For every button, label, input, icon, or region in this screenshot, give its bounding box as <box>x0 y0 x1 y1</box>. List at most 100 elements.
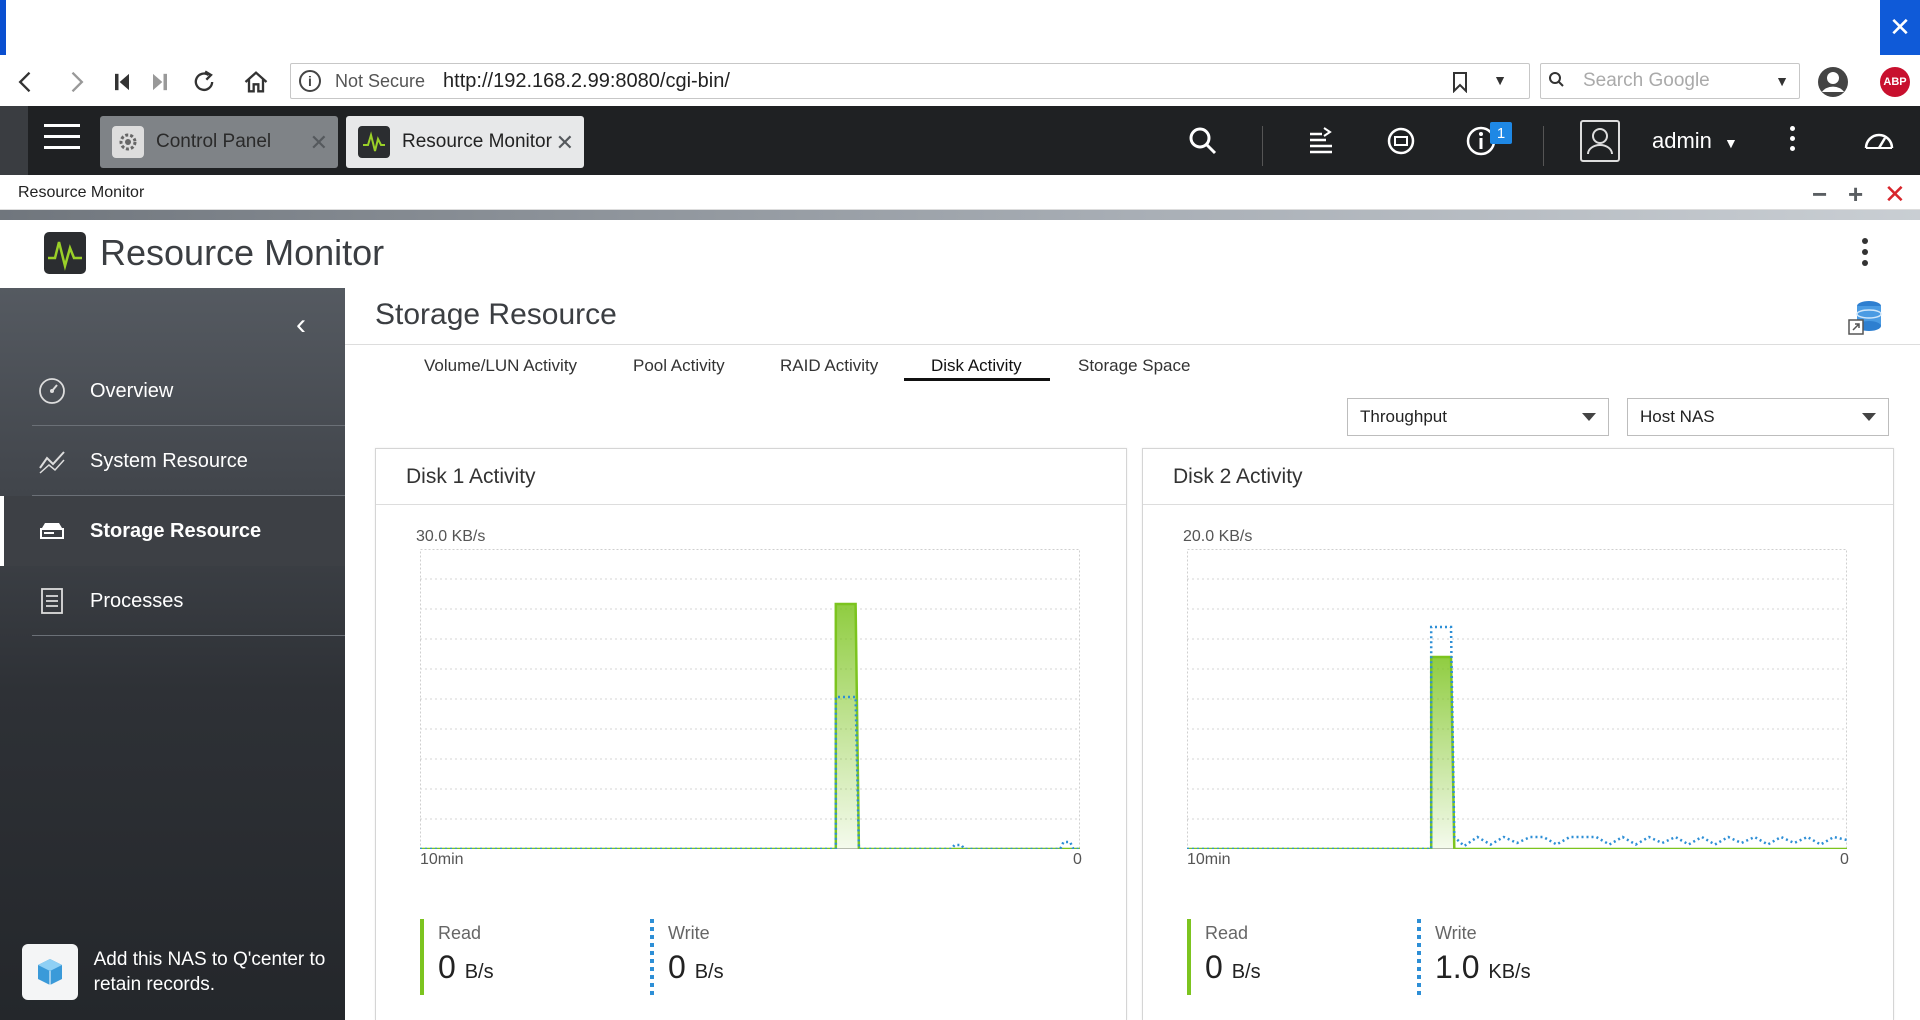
read-swatch <box>1187 919 1191 995</box>
rewind-icon[interactable] <box>104 65 140 99</box>
search-icon[interactable] <box>1182 120 1224 162</box>
disk-1-panel: Disk 1 Activity 30.0 KB/s 10min 0 Read 0… <box>375 448 1127 1020</box>
read-series-line <box>420 602 1080 849</box>
search-box[interactable]: Search Google ▼ <box>1540 63 1800 99</box>
write-value: 1.0 KB/s <box>1435 949 1531 986</box>
minimize-icon[interactable]: − <box>1812 179 1827 210</box>
forward-icon[interactable] <box>58 65 94 99</box>
profile-icon[interactable] <box>1816 65 1850 99</box>
external-device-icon[interactable] <box>1380 120 1422 162</box>
write-unit: B/s <box>694 961 724 983</box>
browser-close-icon[interactable]: ✕ <box>1880 0 1920 55</box>
app-header: Resource Monitor <box>0 220 1920 288</box>
main-content: Storage Resource Volume/LUN Activity Poo… <box>345 288 1920 1020</box>
tab-control-panel[interactable]: Control Panel ✕ <box>100 116 338 168</box>
address-bar[interactable]: i Not Secure http://192.168.2.99:8080/cg… <box>290 63 1530 99</box>
sidebar-item-label: Storage Resource <box>90 519 262 542</box>
search-placeholder: Search Google <box>1583 70 1710 91</box>
host-select[interactable]: Host NAS <box>1627 398 1889 436</box>
read-area <box>420 604 1080 849</box>
sidebar-item-processes[interactable]: Processes <box>0 566 345 636</box>
maximize-icon[interactable]: + <box>1848 179 1863 210</box>
tab-disk-activity[interactable]: Disk Activity <box>931 356 1022 376</box>
close-tab-icon[interactable]: ✕ <box>556 130 574 156</box>
tab-resource-monitor[interactable]: Resource Monitor ✕ <box>346 116 584 168</box>
reload-icon[interactable] <box>186 65 222 99</box>
sidebar-item-label: System Resource <box>90 449 248 472</box>
sidebar-item-system-resource[interactable]: System Resource <box>0 426 345 496</box>
more-options-icon[interactable] <box>1790 126 1795 156</box>
app-more-options-icon[interactable] <box>1862 238 1868 271</box>
nas-top-bar: Control Panel ✕ Resource Monitor ✕ 1 adm… <box>0 106 1920 175</box>
url-text[interactable]: http://192.168.2.99:8080/cgi-bin/ <box>443 70 730 93</box>
x-start-label: 10min <box>420 851 464 868</box>
main-menu-icon[interactable] <box>44 124 80 156</box>
read-swatch <box>420 919 424 995</box>
chevron-down-icon <box>1582 413 1596 421</box>
write-unit: KB/s <box>1488 961 1531 983</box>
back-icon[interactable] <box>8 65 44 99</box>
read-number: 0 <box>438 949 456 985</box>
sidebar-item-storage-resource[interactable]: Storage Resource <box>0 496 345 566</box>
tab-pool-activity[interactable]: Pool Activity <box>633 356 725 376</box>
gear-icon <box>112 126 144 158</box>
x-end-label: 0 <box>1840 851 1849 868</box>
storage-manager-shortcut-icon[interactable] <box>1845 296 1887 338</box>
dashboard-icon[interactable] <box>1858 120 1900 162</box>
write-label: Write <box>668 923 710 943</box>
close-window-icon[interactable]: ✕ <box>1884 179 1906 210</box>
tab-label: Resource Monitor <box>402 131 552 152</box>
site-info-icon[interactable]: i <box>299 70 321 92</box>
qcenter-promo[interactable]: Add this NAS to Q'center to retain recor… <box>22 942 332 1002</box>
sidebar: ‹ Overview System Resource Storage Resou… <box>0 288 345 1020</box>
metric-select[interactable]: Throughput <box>1347 398 1609 436</box>
sidebar-item-overview[interactable]: Overview <box>0 356 345 426</box>
list-icon <box>36 585 68 617</box>
close-tab-icon[interactable]: ✕ <box>310 130 328 156</box>
read-label: Read <box>438 923 482 943</box>
write-swatch <box>650 919 654 995</box>
storage-icon <box>36 515 68 547</box>
tabs-divider <box>345 344 1920 345</box>
write-number: 0 <box>668 949 686 985</box>
read-value: 0 B/s <box>438 949 494 986</box>
disk-1-chart <box>420 549 1080 849</box>
active-indicator <box>0 496 4 566</box>
username: admin <box>1652 128 1712 153</box>
tab-raid-activity[interactable]: RAID Activity <box>780 356 878 376</box>
window-stripe <box>0 210 1920 220</box>
read-unit: B/s <box>464 961 494 983</box>
bookmark-icon[interactable] <box>1451 71 1469 93</box>
window-title: Resource Monitor <box>18 184 145 201</box>
panel-header: Disk 1 Activity <box>376 449 1126 505</box>
resource-monitor-icon <box>358 126 390 158</box>
qcenter-cube-icon <box>22 944 78 1000</box>
address-dropdown-icon[interactable]: ▼ <box>1493 72 1507 88</box>
qcenter-text: Add this NAS to Q'center to retain recor… <box>93 949 326 995</box>
host-select-value: Host NAS <box>1640 407 1715 426</box>
tab-volume-lun-activity[interactable]: Volume/LUN Activity <box>424 356 577 376</box>
read-number: 0 <box>1205 949 1223 985</box>
write-number: 1.0 <box>1435 949 1480 985</box>
write-value: 0 B/s <box>668 949 724 986</box>
write-label: Write <box>1435 923 1477 943</box>
user-menu[interactable]: admin ▼ <box>1652 128 1738 154</box>
line-chart-icon <box>36 445 68 477</box>
separator <box>1262 126 1263 166</box>
search-dropdown-icon[interactable]: ▼ <box>1775 73 1789 89</box>
read-value: 0 B/s <box>1205 949 1261 986</box>
collapse-sidebar-icon[interactable]: ‹ <box>296 308 306 342</box>
not-secure-label: Not Secure <box>335 70 426 91</box>
tab-label: Control Panel <box>156 131 272 152</box>
resource-monitor-logo-icon <box>44 232 86 274</box>
background-tasks-icon[interactable] <box>1300 120 1342 162</box>
browser-title-bar: ✕ <box>0 0 1920 55</box>
adblock-icon[interactable]: ABP <box>1880 67 1910 97</box>
browser-toolbar: i Not Secure http://192.168.2.99:8080/cg… <box>0 59 1920 104</box>
disk-2-panel: Disk 2 Activity 20.0 KB/s 10min 0 Read 0… <box>1142 448 1894 1020</box>
sidebar-item-label: Overview <box>90 379 174 402</box>
fast-forward-icon[interactable] <box>142 65 178 99</box>
tab-storage-space[interactable]: Storage Space <box>1078 356 1190 376</box>
user-icon[interactable] <box>1580 120 1620 162</box>
home-icon[interactable] <box>238 65 274 99</box>
